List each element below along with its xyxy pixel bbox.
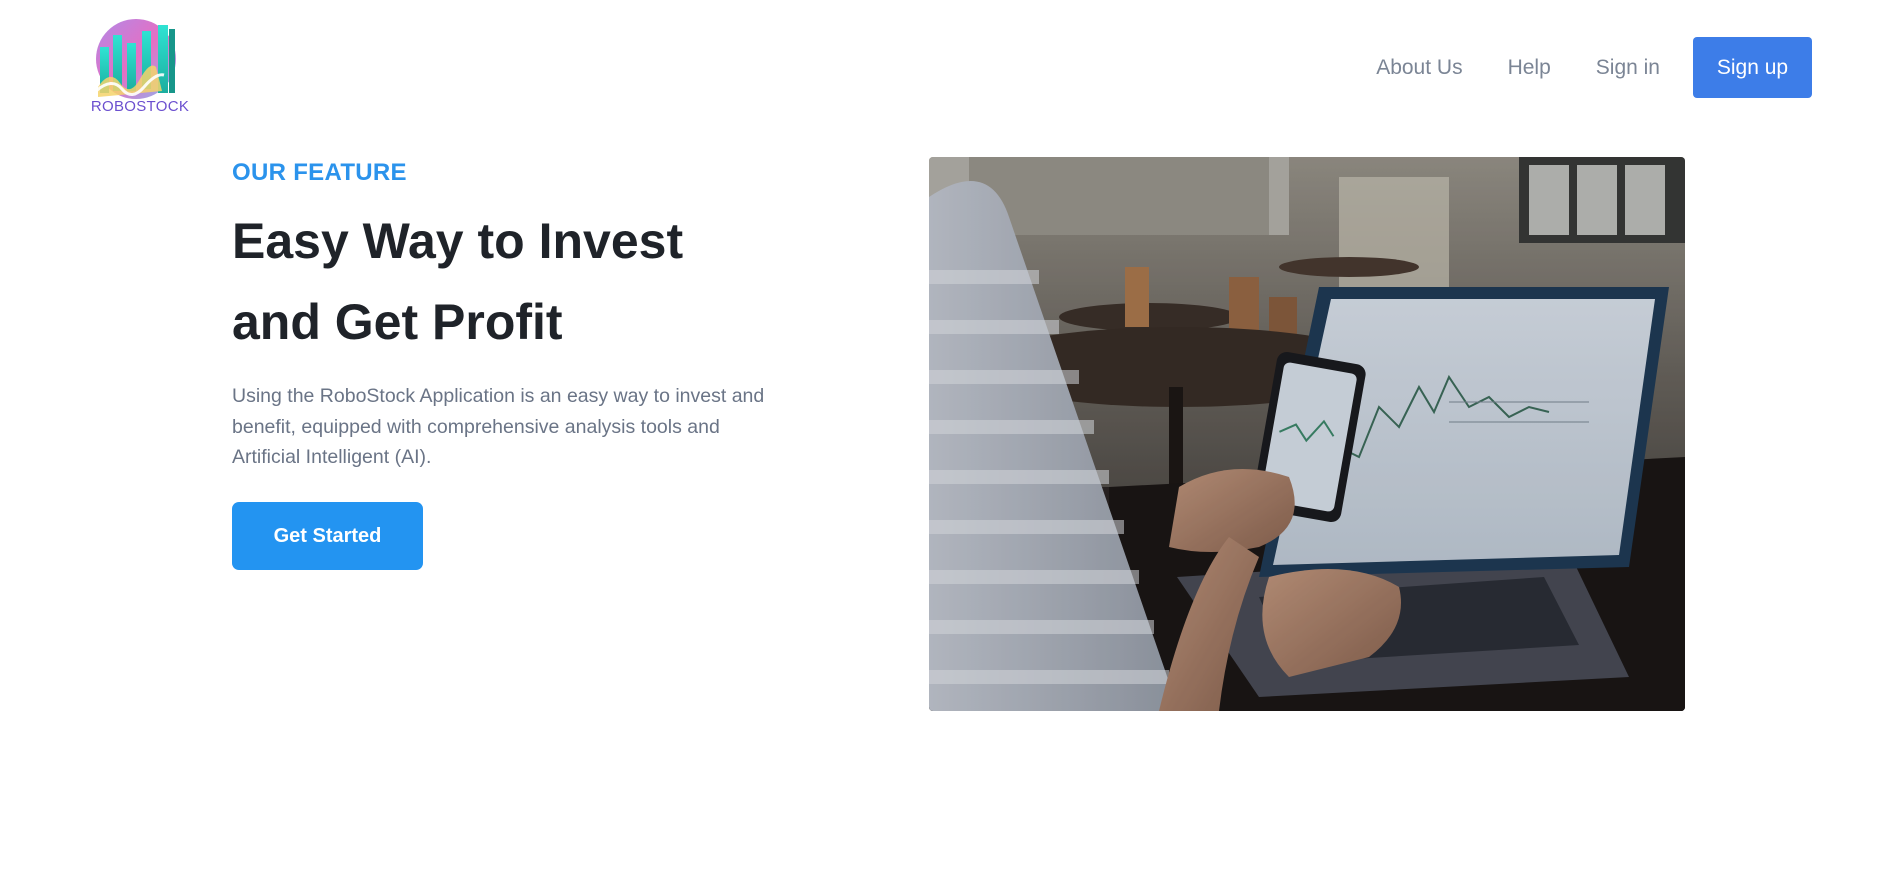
nav-help[interactable]: Help bbox=[1508, 37, 1551, 98]
hero-description: Using the RoboStock Application is an ea… bbox=[232, 385, 765, 468]
nav-sign-in[interactable]: Sign in bbox=[1596, 37, 1660, 98]
main-nav: About Us Help Sign in Sign up bbox=[1376, 37, 1812, 98]
logo-icon bbox=[95, 19, 176, 99]
hero-headline-line-2: and Get Profit bbox=[232, 294, 563, 350]
hero-photo bbox=[929, 157, 1685, 711]
hero-headline: Easy Way to Invest and Get Profit bbox=[232, 201, 792, 363]
nav-about-us[interactable]: About Us bbox=[1376, 37, 1462, 98]
get-started-button[interactable]: Get Started bbox=[232, 502, 423, 570]
sign-up-button[interactable]: Sign up bbox=[1693, 37, 1812, 98]
section-eyebrow: OUR FEATURE bbox=[232, 159, 407, 186]
hero-headline-line-1: Easy Way to Invest bbox=[232, 213, 684, 269]
laptop-trading-illustration bbox=[929, 157, 1685, 711]
robostock-logo[interactable]: ROBOSTOCK bbox=[88, 17, 192, 117]
landing-page: ROBOSTOCK About Us Help Sign in Sign up … bbox=[0, 0, 1897, 879]
logo-text: ROBOSTOCK bbox=[90, 98, 190, 115]
